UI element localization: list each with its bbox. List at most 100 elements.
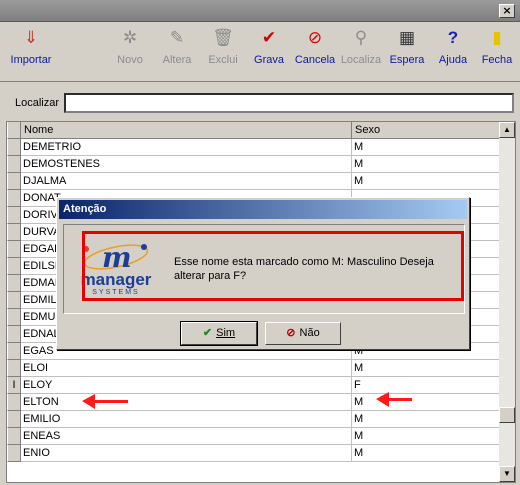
cell-nome[interactable]: ELOI — [21, 360, 352, 377]
check-icon: ✔ — [202, 327, 213, 339]
cell-sexo[interactable]: F — [352, 377, 501, 394]
edit-label: Altera — [162, 54, 192, 66]
cell-sexo[interactable]: M — [352, 445, 501, 462]
yes-label: Sim — [216, 327, 236, 339]
vertical-scrollbar[interactable]: ▲ ▼ — [499, 122, 515, 482]
cancel-button[interactable]: ⊘ Cancela — [292, 26, 338, 74]
cell-nome[interactable]: DJALMA — [21, 173, 352, 190]
trash-icon: 🗑 — [212, 28, 234, 47]
row-indicator[interactable] — [7, 139, 21, 156]
import-label: Importar — [10, 54, 52, 66]
cell-nome[interactable]: ENIO — [21, 445, 352, 462]
table-row[interactable]: ELOI M — [7, 360, 501, 377]
cell-nome[interactable]: EMILIO — [21, 411, 352, 428]
row-indicator[interactable] — [7, 241, 21, 258]
grid-header: Nome Sexo — [7, 122, 501, 139]
row-indicator[interactable] — [7, 343, 21, 360]
yes-button[interactable]: ✔ Sim — [180, 321, 258, 346]
exit-door-icon: ▮ — [492, 28, 502, 47]
annotation-arrow-name — [82, 394, 128, 409]
annotation-arrow-sex — [376, 392, 412, 407]
row-indicator[interactable]: I — [7, 377, 21, 394]
cell-sexo[interactable]: M — [352, 139, 501, 156]
scroll-thumb[interactable] — [499, 407, 515, 423]
close-form-button[interactable]: ▮ Fecha — [478, 26, 516, 74]
cell-nome[interactable]: ELOY — [21, 377, 352, 394]
window-title-bar: × — [0, 0, 520, 22]
table-row[interactable]: EMILIO M — [7, 411, 501, 428]
wait-label: Espera — [389, 54, 425, 66]
table-row[interactable]: ENIO M — [7, 445, 501, 462]
table-row[interactable]: DEMOSTENES M — [7, 156, 501, 173]
cell-sexo[interactable]: M — [352, 394, 501, 411]
row-indicator[interactable] — [7, 156, 21, 173]
dialog-body: m manager SYSTEMS Esse nome esta marcado… — [63, 224, 465, 314]
edit-icon: ✎ — [169, 28, 185, 47]
row-indicator[interactable] — [7, 309, 21, 326]
toolbar: ⇓ Importar ✲ Novo ✎ Altera 🗑 Exclui ✔ Gr… — [0, 22, 520, 82]
import-icon: ⇓ — [23, 28, 39, 47]
cell-sexo[interactable]: M — [352, 411, 501, 428]
check-icon: ✔ — [261, 28, 277, 47]
help-button[interactable]: ? Ajuda — [434, 26, 472, 74]
new-icon: ✲ — [122, 28, 138, 47]
help-label: Ajuda — [438, 54, 468, 66]
delete-button[interactable]: 🗑 Exclui — [204, 26, 242, 74]
search-label: Localizar — [15, 97, 60, 109]
row-indicator[interactable] — [7, 190, 21, 207]
dialog-title: Atenção — [59, 200, 467, 219]
row-indicator[interactable] — [7, 326, 21, 343]
cell-nome[interactable]: ENEAS — [21, 428, 352, 445]
table-row[interactable]: DEMETRIO M — [7, 139, 501, 156]
scroll-down-button[interactable]: ▼ — [499, 466, 515, 482]
header-indicator — [7, 122, 21, 139]
new-button[interactable]: ✲ Novo — [112, 26, 148, 74]
cell-nome[interactable]: DEMOSTENES — [21, 156, 352, 173]
no-button[interactable]: ⊘ Não — [265, 322, 341, 345]
row-indicator[interactable] — [7, 292, 21, 309]
column-header-sexo[interactable]: Sexo — [352, 122, 501, 139]
row-indicator[interactable] — [7, 258, 21, 275]
scroll-up-button[interactable]: ▲ — [499, 122, 515, 138]
window-close-button[interactable]: × — [499, 4, 515, 18]
delete-label: Exclui — [208, 54, 238, 66]
cell-nome[interactable]: DEMETRIO — [21, 139, 352, 156]
cell-sexo[interactable]: M — [352, 360, 501, 377]
annotation-highlight-box — [82, 231, 464, 301]
import-button[interactable]: ⇓ Importar — [8, 26, 54, 74]
cell-sexo[interactable]: M — [352, 428, 501, 445]
locate-button[interactable]: ⚲ Localiza — [338, 26, 384, 74]
close-form-label: Fecha — [481, 54, 513, 66]
wait-button[interactable]: ▦ Espera — [386, 26, 428, 74]
table-row[interactable]: DJALMA M — [7, 173, 501, 190]
cancel-label: Cancela — [294, 54, 336, 66]
no-entry-icon: ⊘ — [286, 327, 296, 339]
edit-button[interactable]: ✎ Altera — [158, 26, 196, 74]
row-indicator[interactable] — [7, 360, 21, 377]
row-indicator[interactable] — [7, 411, 21, 428]
row-indicator[interactable] — [7, 224, 21, 241]
row-indicator[interactable] — [7, 394, 21, 411]
row-indicator[interactable] — [7, 173, 21, 190]
table-row[interactable]: ENEAS M — [7, 428, 501, 445]
cell-sexo[interactable]: M — [352, 173, 501, 190]
row-indicator[interactable] — [7, 275, 21, 292]
cell-nome[interactable]: ELTON — [21, 394, 352, 411]
wait-icon: ▦ — [398, 28, 416, 47]
row-indicator[interactable] — [7, 207, 21, 224]
new-label: Novo — [117, 54, 143, 66]
column-header-nome[interactable]: Nome — [21, 122, 352, 139]
help-icon: ? — [447, 28, 459, 47]
row-indicator[interactable] — [7, 428, 21, 445]
save-label: Grava — [254, 54, 284, 66]
confirm-dialog: Atenção m manager SYSTEMS Esse nome esta… — [56, 197, 470, 350]
locate-label: Localiza — [340, 54, 382, 66]
binoculars-icon: ⚲ — [354, 28, 368, 47]
no-label: Não — [299, 327, 320, 339]
cancel-icon: ⊘ — [307, 28, 323, 47]
save-button[interactable]: ✔ Grava — [250, 26, 288, 74]
search-input[interactable] — [64, 93, 514, 113]
row-indicator[interactable] — [7, 445, 21, 462]
cell-sexo[interactable]: M — [352, 156, 501, 173]
table-row[interactable]: I ELOY F — [7, 377, 501, 394]
